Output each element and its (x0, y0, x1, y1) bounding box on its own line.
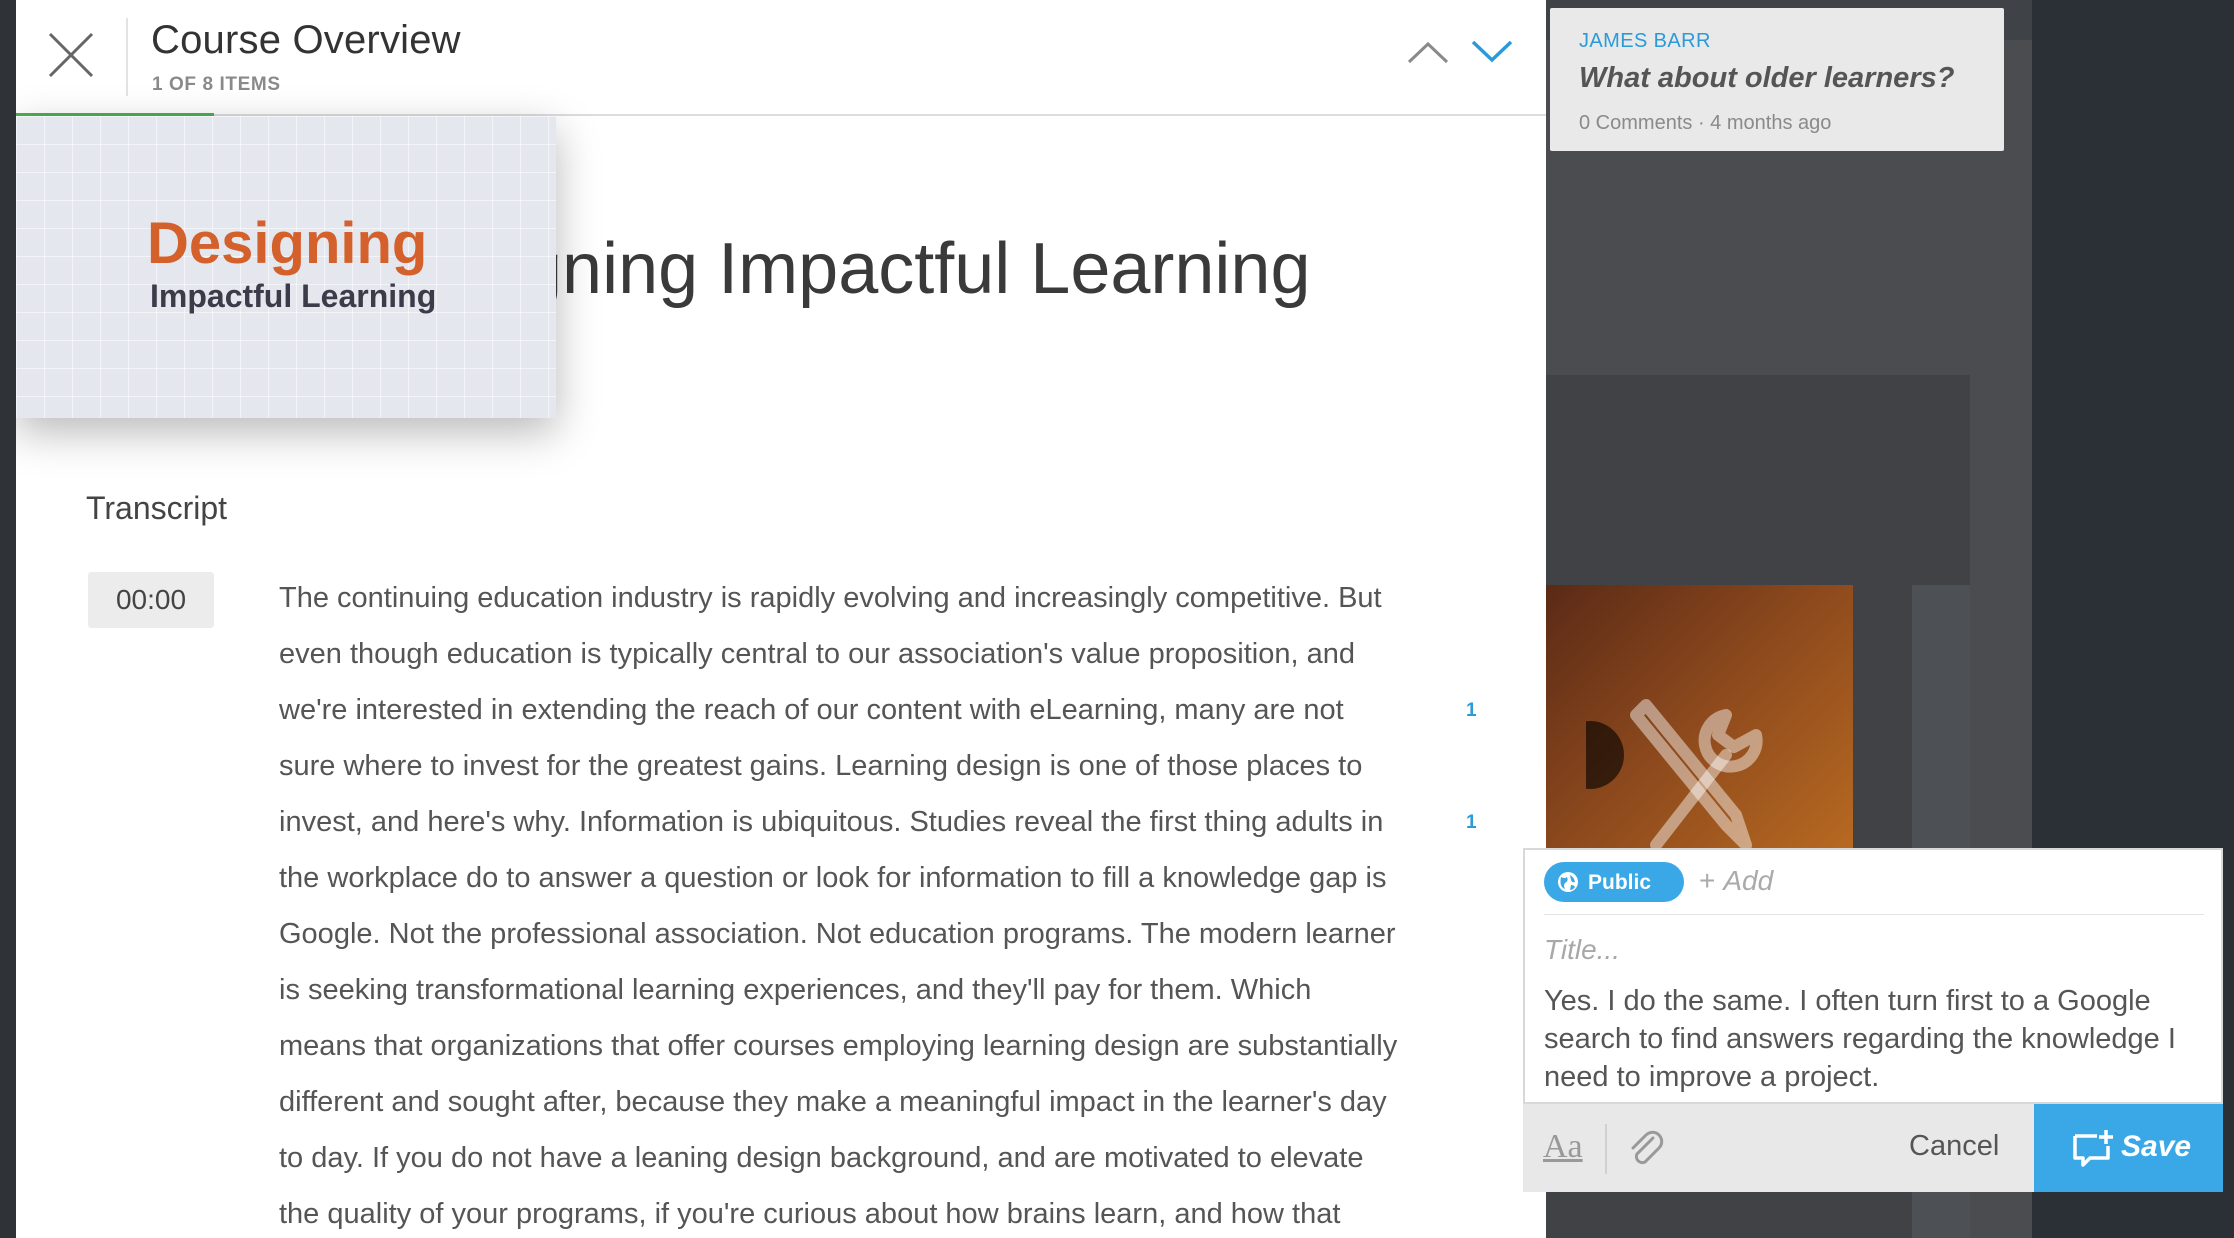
transcript-line: to day. If you do not have a leaning des… (279, 1142, 1364, 1174)
transcript-text: The continuing education industry is rap… (279, 570, 1459, 1238)
transcript-line: different and sought after, because they… (279, 1086, 1387, 1118)
transcript-line: invest, and here's why. Information is u… (279, 806, 1384, 838)
tools-icon (1586, 699, 1763, 851)
app-background-left (0, 0, 16, 1238)
globe-icon (1558, 872, 1578, 892)
editor-toolbar: Aa Cancel (1523, 1104, 2034, 1192)
transcript-line: Google. Not the professional association… (279, 918, 1396, 950)
format-text-button[interactable]: Aa (1543, 1128, 1583, 1166)
item-counter: 1 OF 8 ITEMS (152, 74, 281, 95)
add-tag-label: Add (1723, 865, 1774, 896)
course-thumbnail: Designing Impactful Learning (16, 116, 556, 418)
save-label: Save (2121, 1130, 2192, 1163)
meta-separator: · (1697, 112, 1705, 134)
header-divider (126, 18, 128, 96)
thumbnail-subtitle: Impactful Learning (150, 278, 437, 314)
note-author[interactable]: JAMES BARR (1579, 30, 1711, 53)
editor-divider (1544, 914, 2204, 915)
note-body-line: Yes. I do the same. I often turn first t… (1544, 985, 2151, 1017)
visibility-label: Public (1588, 871, 1652, 894)
note-count-badge[interactable]: 1 (1466, 812, 1477, 834)
transcript-line: is seeking transformational learning exp… (279, 974, 1312, 1006)
chevron-up-icon[interactable] (1406, 36, 1450, 66)
note-title[interactable]: What about older learners? (1579, 62, 1954, 95)
note-comments[interactable]: 0 Comments (1579, 112, 1692, 134)
transcript-heading: Transcript (86, 490, 228, 526)
panel-header: Course Overview 1 OF 8 ITEMS (16, 0, 1546, 116)
transcript-line: The continuing education industry is rap… (279, 582, 1382, 614)
add-tag-button[interactable]: + Add (1699, 865, 1773, 897)
background-course-thumbnail (1546, 585, 1853, 855)
note-count-badge[interactable]: 1 (1466, 700, 1477, 722)
transcript-line: means that organizations that offer cour… (279, 1030, 1398, 1062)
toolbar-divider (1605, 1124, 1607, 1174)
note-body-textarea[interactable]: Yes. I do the same. I often turn first t… (1544, 982, 2214, 1096)
transcript-line: sure where to invest for the greatest ga… (279, 750, 1363, 782)
add-note-icon (2073, 1130, 2113, 1167)
course-title: igning Impactful Learning (506, 229, 1311, 309)
close-icon[interactable] (44, 28, 98, 82)
save-button[interactable]: Save (2034, 1104, 2223, 1192)
note-meta: 0 Comments · 4 months ago (1579, 112, 1831, 135)
thumbnail-title: Designing (147, 211, 428, 276)
transcript-line: we're interested in extending the reach … (279, 694, 1344, 726)
note-time: 4 months ago (1710, 112, 1832, 134)
note-card[interactable]: JAMES BARR What about older learners? 0 … (1550, 8, 2004, 151)
note-title-input[interactable] (1544, 928, 2204, 972)
cancel-button[interactable]: Cancel (1909, 1130, 1999, 1163)
timestamp-button[interactable]: 00:00 (88, 572, 214, 628)
transcript-line: the quality of your programs, if you're … (279, 1198, 1341, 1230)
note-body-line: need to improve a project. (1544, 1061, 1880, 1093)
course-overview-panel: Course Overview 1 OF 8 ITEMS igning Impa… (16, 0, 1546, 1238)
chevron-down-icon[interactable] (1470, 36, 1514, 66)
visibility-button[interactable]: Public (1544, 862, 1684, 902)
transcript-line: even though education is typically centr… (279, 638, 1355, 670)
page-title: Course Overview (151, 18, 461, 62)
note-body-line: search to find answers regarding the kno… (1544, 1023, 2176, 1055)
note-editor: Public +Add Yes. I do the same. I often … (1523, 848, 2223, 1104)
transcript-line: the workplace do to answer a question or… (279, 862, 1387, 894)
paperclip-icon[interactable] (1627, 1128, 1667, 1172)
plus-icon: + (1699, 865, 1716, 896)
